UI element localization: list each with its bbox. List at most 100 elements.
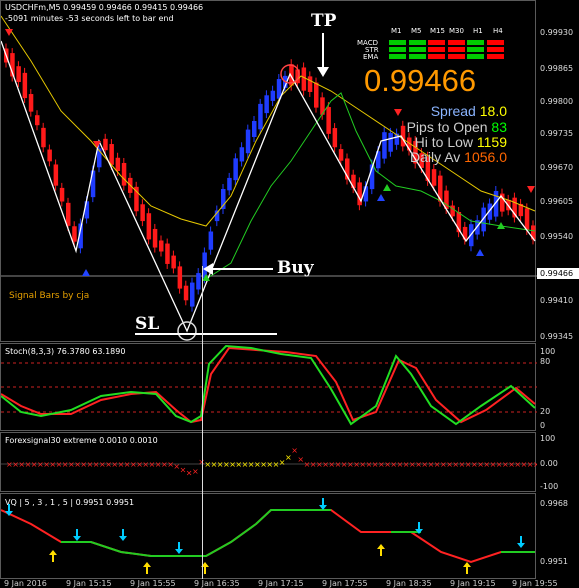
time-tick: 9 Jan 17:15	[258, 579, 304, 588]
candle	[22, 72, 28, 99]
vq-arrow-head	[517, 543, 525, 548]
signal-cell	[486, 40, 504, 45]
candle	[326, 107, 331, 134]
candle	[252, 121, 257, 137]
current-price-label: 0.99466	[537, 268, 579, 279]
vq-chart	[1, 498, 535, 574]
signal-cell	[428, 40, 445, 45]
time-tick: 9 Jan 19:55	[512, 579, 558, 588]
buy-label: Buy	[277, 258, 314, 278]
candle	[115, 157, 121, 171]
candle	[239, 147, 245, 162]
candle	[227, 177, 232, 191]
crosshair-vertical	[202, 266, 203, 579]
signal-bars-label: Signal Bars by cja	[9, 291, 90, 301]
price-tick: 0.99540	[540, 232, 574, 241]
candle	[159, 240, 164, 252]
vq-arrows	[5, 498, 525, 574]
candle	[190, 282, 195, 307]
stoch-tick: 80	[540, 357, 551, 366]
signal-cell	[428, 47, 445, 52]
vq-arrow-head	[73, 536, 81, 541]
signal-cell	[447, 40, 465, 45]
price-tick: 0.99800	[540, 97, 574, 106]
pips-value: 83	[491, 119, 507, 135]
candle	[171, 255, 176, 269]
vq-arrow-head	[175, 549, 183, 554]
vq-arrow-head	[119, 536, 127, 541]
stoch-chart	[1, 344, 537, 426]
time-tick: 9 Jan 2016	[4, 579, 47, 588]
signal-cell	[408, 47, 426, 52]
tf-h4: H4	[493, 27, 503, 35]
tp-arrow-head	[317, 67, 329, 77]
candle	[363, 186, 369, 202]
candle	[307, 76, 313, 92]
time-tick: 9 Jan 15:55	[130, 579, 176, 588]
vq-lines	[1, 509, 535, 564]
signal-cell	[428, 54, 445, 59]
candle	[66, 202, 71, 226]
signal-cell	[486, 47, 504, 52]
candle	[146, 213, 152, 240]
tf-m1: M1	[391, 27, 402, 35]
time-tick: 9 Jan 18:35	[386, 579, 432, 588]
candle	[301, 67, 307, 91]
forexsignal-pane[interactable]: Forexsignal30 extreme 0.0010 0.0010 × × × ×…	[0, 432, 537, 492]
candle	[264, 95, 269, 114]
candle	[72, 226, 77, 242]
price-axis: 0.99930 0.99865 0.99800 0.99735 0.99670 …	[536, 0, 579, 342]
candle	[208, 231, 214, 250]
vq-green-line	[61, 509, 331, 557]
time-tick: 9 Jan 16:35	[194, 579, 240, 588]
candle	[270, 90, 276, 101]
buy-arrow-icon	[383, 184, 391, 191]
candle	[47, 149, 52, 162]
forex-tick: 100	[540, 434, 556, 443]
signal-cell	[408, 54, 426, 59]
forex-axis: 100 0.00 -100	[536, 432, 579, 492]
buy-arrow-icon	[82, 269, 90, 276]
sl-label: SL	[135, 314, 160, 334]
candle	[121, 162, 127, 186]
price-tick: 0.99735	[540, 129, 574, 138]
stoch-tick: 100	[540, 347, 556, 356]
forex-tick: 0.00	[540, 459, 558, 468]
signal-bars-widget: M1 M5 M15 M30 H1 H4 MACD STR EMA 0.99466…	[353, 27, 533, 167]
vq-axis: 0.9968 0.9951	[536, 493, 579, 579]
price-tick: 0.99930	[540, 28, 574, 37]
candle	[177, 266, 183, 289]
price-tick: 0.99670	[540, 163, 574, 172]
candle	[109, 144, 114, 165]
hilo-label: Hi to Low	[414, 134, 473, 150]
candle	[332, 128, 338, 148]
signal-cell	[467, 47, 484, 52]
candle	[351, 174, 356, 189]
forex-mark: ×	[291, 446, 298, 455]
stoch-pane[interactable]: Stoch(8,3,3) 76.3780 63.1890	[0, 343, 537, 431]
time-tick: 9 Jan 15:15	[66, 579, 112, 588]
spread-label: Spread	[430, 103, 476, 119]
vq-arrow-head	[143, 562, 151, 567]
price-tick: 0.99410	[540, 296, 574, 305]
vq-tick: 0.9968	[540, 499, 568, 508]
vq-red-line	[1, 509, 535, 564]
signal-cell	[467, 54, 484, 59]
candle	[196, 273, 201, 290]
spread-row: Spread 18.0	[431, 103, 507, 119]
pips-row: Pips to Open 83	[407, 119, 507, 135]
row-ema: EMA	[363, 53, 379, 61]
candle	[524, 208, 530, 230]
candle	[59, 187, 65, 202]
signal-cell	[389, 40, 406, 45]
signal-cell	[408, 40, 426, 45]
candle	[183, 285, 189, 301]
forex-chart: × × × × × × × × × × × × × × × × × × × × × × × × × × × × × × ×× × × × × × × × ×…	[1, 446, 537, 477]
vq-arrow-head	[463, 562, 471, 567]
tp-label: TP	[311, 11, 337, 31]
vq-arrow-head	[377, 544, 385, 549]
price-tick: 0.99605	[540, 197, 574, 206]
price-chart-pane[interactable]: USDCHFm,M5 0.99459 0.99466 0.99415 0.994…	[0, 0, 537, 342]
candle	[431, 169, 437, 186]
vq-pane[interactable]: VQ | 5 , 3 , 1 , 5 | 0.9951 0.9951	[0, 493, 536, 579]
